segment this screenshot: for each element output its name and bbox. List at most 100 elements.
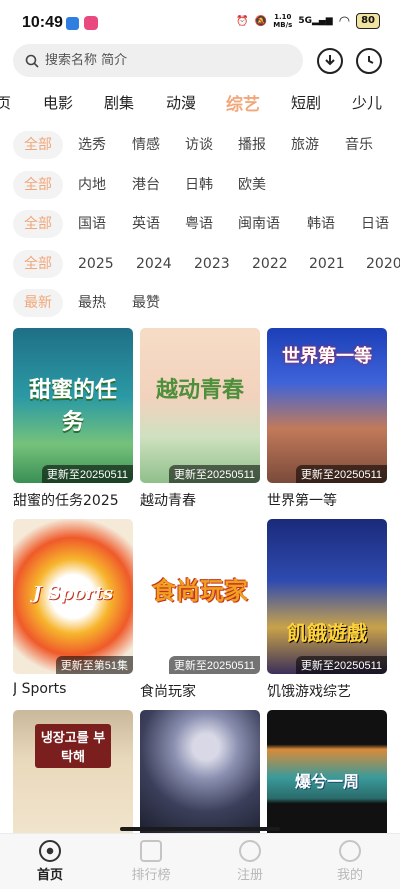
category-tab-variety[interactable]: 综艺 [226, 90, 260, 115]
poster-image: J Sports 更新至第51集 [13, 519, 133, 674]
net-speed-value: 1.10 [274, 13, 292, 21]
filter-chip[interactable]: 闽南语 [238, 210, 280, 238]
poster-title-art: 냉장고를 부탁해 [35, 724, 111, 768]
signal-label: 5G [298, 16, 312, 26]
poster-image: 世界第一等 更新至20250511 [267, 328, 387, 483]
register-icon [239, 840, 261, 862]
history-button[interactable] [356, 48, 382, 74]
nav-tab-home[interactable]: 首页 [10, 840, 90, 883]
filter-chip[interactable]: 2021 [309, 250, 345, 278]
filter-chip[interactable]: 全部 [13, 171, 63, 199]
category-tab-anime[interactable]: 动漫 [166, 92, 196, 113]
filter-chip[interactable]: 选秀 [78, 131, 106, 159]
card-title: 食尚玩家 [140, 684, 196, 700]
poster-image: 飢餓遊戲 更新至20250511 [267, 519, 387, 674]
poster-title-art: 飢餓遊戲 [287, 621, 367, 645]
wifi-icon: ◠ [338, 13, 351, 29]
category-tab-series[interactable]: 剧集 [104, 92, 134, 113]
poster-title-art: 世界第一等 [282, 346, 372, 367]
download-icon [325, 55, 335, 66]
search-input[interactable] [45, 53, 275, 68]
show-card[interactable]: 爆兮一周 [267, 710, 387, 833]
poster-title-art: 爆兮一周 [294, 772, 359, 791]
show-card[interactable]: 食尚玩家 更新至20250511 食尚玩家 [140, 519, 260, 701]
filter-chip[interactable]: 访谈 [185, 131, 213, 159]
filter-chip[interactable]: 内地 [78, 171, 106, 199]
nav-tab-profile[interactable]: 我的 [310, 840, 390, 883]
mute-icon: 🔕 [254, 15, 268, 27]
show-card[interactable]: J Sports 更新至第51集 J Sports [13, 519, 133, 697]
category-tab-short-drama[interactable]: 短剧 [291, 92, 321, 113]
sort-chip[interactable]: 最赞 [132, 289, 160, 317]
update-badge: 更新至20250511 [41, 465, 133, 483]
show-card[interactable] [140, 710, 260, 833]
search-icon [25, 54, 39, 68]
app-notification-icon [66, 17, 79, 30]
show-card[interactable]: 甜蜜的任务 更新至20250511 甜蜜的任务2025 [13, 328, 133, 510]
filter-chip[interactable]: 全部 [13, 131, 63, 159]
sort-chip[interactable]: 最热 [78, 289, 106, 317]
battery-indicator: 80 [356, 13, 380, 29]
status-indicators: ⏰ 🔕 1.10 MB/s 5G▂▄▆ ◠ 80 [236, 13, 380, 29]
filter-chip[interactable]: 旅游 [291, 131, 319, 159]
poster-image: 食尚玩家 更新至20250511 [140, 519, 260, 674]
filter-chip[interactable]: 欧美 [238, 171, 266, 199]
status-bar: 10:49 ⏰ 🔕 1.10 MB/s 5G▂▄▆ ◠ 80 [0, 0, 400, 42]
show-card[interactable]: 飢餓遊戲 更新至20250511 饥饿游戏综艺 [267, 519, 387, 701]
poster-image: 甜蜜的任务 更新至20250511 [13, 328, 133, 483]
nav-tab-label: 首页 [36, 868, 63, 883]
filter-chip[interactable]: 音乐 [345, 131, 373, 159]
card-title: 世界第一等 [267, 493, 337, 509]
show-card[interactable]: 냉장고를 부탁해 [13, 710, 133, 833]
nav-tab-ranking[interactable]: 排行榜 [111, 840, 191, 883]
poster-image [140, 710, 260, 833]
filter-chip[interactable]: 日韩 [185, 171, 213, 199]
filter-chip[interactable]: 英语 [132, 210, 160, 238]
card-title: 越动青春 [140, 493, 196, 509]
poster-image: 냉장고를 부탁해 [13, 710, 133, 833]
show-card[interactable]: 越动青春 更新至20250511 越动青春 [140, 328, 260, 510]
alarm-icon: ⏰ [236, 15, 249, 27]
app-notification-icon-2 [84, 16, 98, 30]
category-tab-movie[interactable]: 电影 [43, 92, 73, 113]
search-box[interactable] [13, 44, 303, 77]
filter-chip[interactable]: 港台 [132, 171, 160, 199]
filter-chip[interactable]: 2024 [136, 250, 172, 278]
status-time: 10:49 [22, 14, 63, 31]
show-card[interactable]: 世界第一等 更新至20250511 世界第一等 [267, 328, 387, 510]
filter-row-sort: 最新 最热 最赞 [0, 289, 400, 319]
home-icon [39, 840, 61, 862]
update-badge: 更新至20250511 [168, 465, 260, 483]
poster-title-art: 越动青春 [155, 377, 244, 403]
filter-chip[interactable]: 2023 [194, 250, 230, 278]
filter-row-year: 全部 2025 2024 2023 2022 2021 2020 [0, 250, 400, 280]
update-badge: 更新至20250511 [168, 656, 260, 674]
filter-chip[interactable]: 粤语 [185, 210, 213, 238]
category-tab[interactable]: 页 [0, 92, 11, 113]
profile-icon [339, 840, 361, 862]
filter-chip[interactable]: 播报 [238, 131, 266, 159]
download-button[interactable] [317, 48, 343, 74]
filter-chip[interactable]: 情感 [132, 131, 160, 159]
filter-chip[interactable]: 2022 [252, 250, 288, 278]
sort-chip[interactable]: 最新 [13, 289, 63, 317]
nav-tab-register[interactable]: 注册 [210, 840, 290, 883]
update-badge: 更新至20250511 [295, 656, 387, 674]
poster-image: 爆兮一周 [267, 710, 387, 833]
filter-chip[interactable]: 韩语 [307, 210, 335, 238]
network-speed: 1.10 MB/s [273, 13, 292, 29]
category-tab-kids[interactable]: 少儿 [352, 92, 382, 113]
nav-tab-label: 注册 [236, 868, 263, 883]
nav-tab-label: 我的 [336, 868, 363, 883]
filter-chip[interactable]: 全部 [13, 210, 63, 238]
filter-chip[interactable]: 全部 [13, 250, 63, 278]
signal-icon: 5G▂▄▆ [298, 16, 333, 26]
card-title: 饥饿游戏综艺 [267, 684, 351, 700]
filter-chip[interactable]: 2025 [78, 250, 114, 278]
filter-chip[interactable]: 日语 [361, 210, 389, 238]
filter-chip[interactable]: 2020 [366, 250, 400, 278]
filter-chip[interactable]: 国语 [78, 210, 106, 238]
search-row [0, 44, 400, 80]
filter-row-type: 全部 选秀 情感 访谈 播报 旅游 音乐 [0, 131, 400, 161]
poster-title-art: 食尚玩家 [152, 576, 248, 605]
